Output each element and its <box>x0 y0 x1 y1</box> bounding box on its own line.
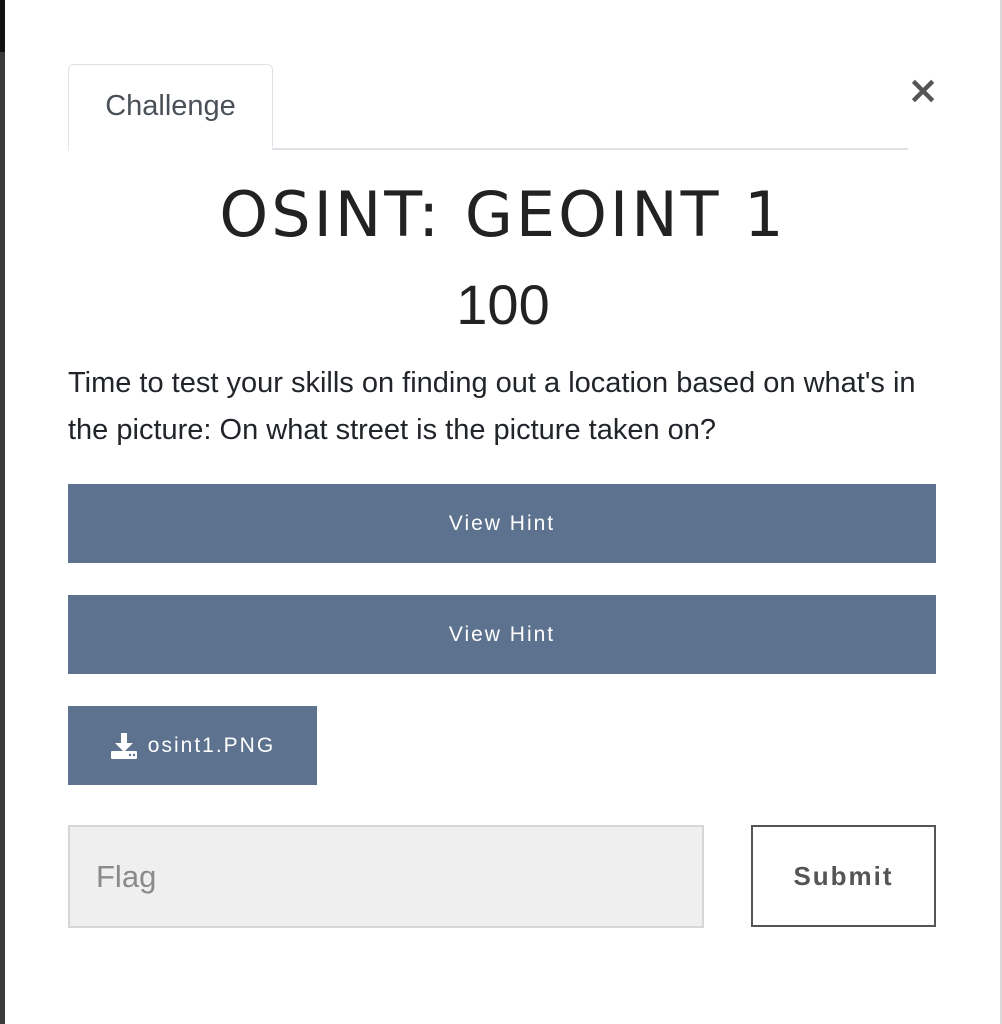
tab-challenge-label: Challenge <box>105 89 236 122</box>
flag-input[interactable] <box>68 825 704 928</box>
view-hint-label: View Hint <box>448 622 556 646</box>
tab-challenge[interactable]: Challenge <box>68 64 273 150</box>
file-name: osint1.PNG <box>147 733 276 757</box>
download-file-button[interactable]: osint1.PNG <box>68 706 317 785</box>
challenge-points: 100 <box>456 273 550 336</box>
challenge-description: Time to test your skills on finding out … <box>68 367 916 446</box>
download-icon <box>110 732 138 760</box>
challenge-title: OSINT: GEOINT 1 <box>219 178 787 251</box>
submit-button[interactable]: Submit <box>751 825 936 927</box>
view-hint-button-1[interactable]: View Hint <box>68 484 936 563</box>
view-hint-button-2[interactable]: View Hint <box>68 595 936 674</box>
view-hint-label: View Hint <box>448 511 556 535</box>
challenge-modal: Challenge × OSINT: GEOINT 1 100 Time to … <box>5 0 1000 1024</box>
tab-strip: Challenge <box>68 64 908 150</box>
close-icon[interactable]: × <box>903 68 943 112</box>
submit-label: Submit <box>793 860 894 891</box>
